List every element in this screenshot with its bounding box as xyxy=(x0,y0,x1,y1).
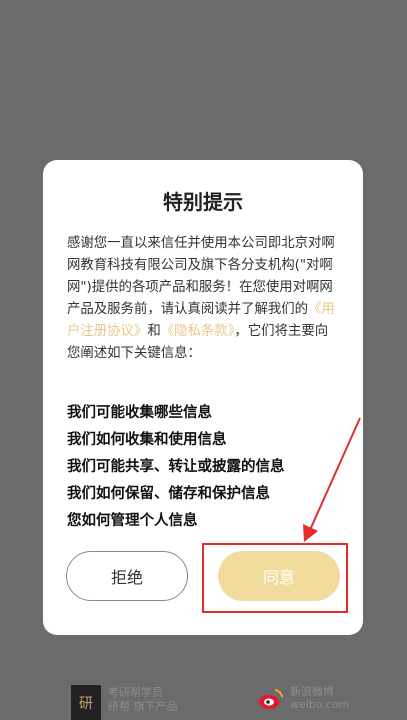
list-item: 您如何管理个人信息 xyxy=(67,513,198,529)
list-item: 我们如何保留、储存和保护信息 xyxy=(67,486,270,502)
list-item: 我们可能共享、转让或披露的信息 xyxy=(67,459,285,475)
privacy-policy-link[interactable]: 《隐私条款》 xyxy=(161,324,235,339)
and-text: 和 xyxy=(147,324,161,339)
dialog-body-text: 感谢您一直以来信任并使用本公司即北京对啊网教育科技有限公司及旗下各分支机构("对… xyxy=(67,233,341,365)
weibo-logo-icon xyxy=(259,689,283,709)
kaoyanbang-logo-icon: 研 xyxy=(71,685,101,720)
list-item: 我们如何收集和使用信息 xyxy=(67,432,227,448)
intro-text: 感谢您一直以来信任并使用本公司即北京对啊网教育科技有限公司及旗下各分支机构("对… xyxy=(67,236,335,317)
agree-highlight-box xyxy=(202,543,348,613)
footer-logos: 研 考研帮学员 研帮 旗下产品 新浪微博 weibo.com xyxy=(0,680,407,720)
reject-button[interactable]: 拒绝 xyxy=(66,551,188,601)
dialog-title: 特别提示 xyxy=(163,190,243,214)
key-info-list: 我们可能收集哪些信息 我们如何收集和使用信息 我们可能共享、转让或披露的信息 我… xyxy=(67,400,347,535)
list-item: 我们可能收集哪些信息 xyxy=(67,405,212,421)
kaoyanbang-logo-text: 考研帮学员 研帮 旗下产品 xyxy=(108,686,178,713)
weibo-logo-text: 新浪微博 weibo.com xyxy=(290,685,350,711)
